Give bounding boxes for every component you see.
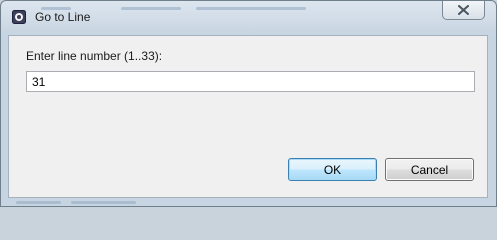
dialog-body: Enter line number (1..33): OK Cancel [8, 35, 488, 198]
eclipse-icon [12, 10, 26, 24]
line-number-prompt: Enter line number (1..33): [26, 49, 163, 63]
close-button[interactable] [442, 1, 485, 20]
go-to-line-dialog: Go to Line Enter line number (1..33): OK… [0, 0, 497, 207]
cancel-button[interactable]: Cancel [385, 158, 474, 181]
line-number-input[interactable] [26, 71, 475, 92]
close-icon [458, 5, 469, 15]
background-blur [16, 201, 61, 204]
window-title: Go to Line [35, 10, 91, 24]
title-bar[interactable]: Go to Line [1, 1, 496, 35]
background-blur [71, 201, 136, 204]
ok-button[interactable]: OK [288, 158, 377, 181]
